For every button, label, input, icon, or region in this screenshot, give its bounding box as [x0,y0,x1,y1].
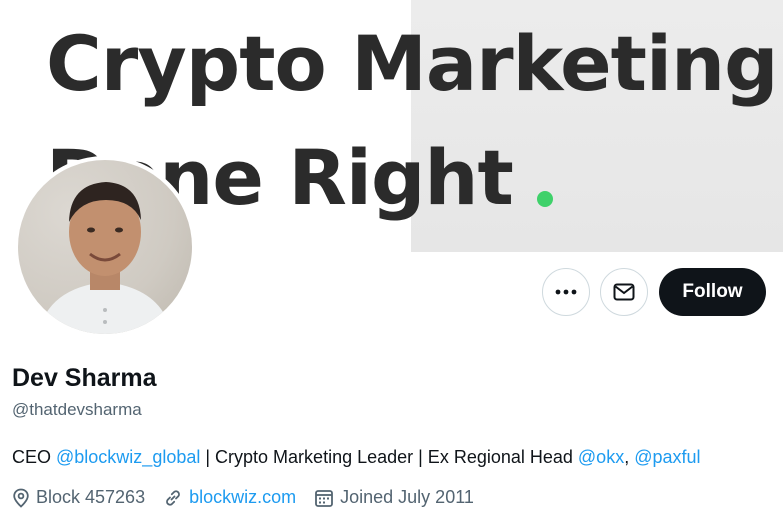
meta-location: Block 457263 [12,487,145,508]
avatar-photo [18,160,192,334]
banner-headline-line1: Crypto Marketing [46,19,779,108]
link-icon [166,489,180,506]
avatar[interactable] [14,156,196,338]
message-button[interactable] [600,268,648,316]
location-text: Block 457263 [36,487,146,507]
more-icon [555,289,577,295]
mail-icon [613,283,635,301]
website-link[interactable]: blockwiz.com [189,487,296,508]
bio-text-middle: | Crypto Marketing Leader | Ex Regional … [200,447,578,467]
location-pin-icon [13,488,29,508]
bio-mention-okx[interactable]: @okx [578,447,624,467]
bio-text-prefix: CEO [12,447,57,467]
joined-text: Joined July 2011 [340,487,474,507]
bio-mention-paxful[interactable]: @paxful [634,447,700,467]
profile-bio: CEO @blockwiz_global | Crypto Marketing … [12,447,701,468]
bio-mention-blockwiz[interactable]: @blockwiz_global [56,447,200,467]
calendar-icon [315,489,334,507]
meta-website: blockwiz.com [163,487,296,508]
display-name: Dev Sharma [12,364,157,392]
bio-separator: , [624,447,635,467]
banner-green-dot [537,191,553,207]
more-options-button[interactable] [542,268,590,316]
follow-button[interactable]: Follow [659,268,766,316]
profile-meta: Block 457263 blockwiz.com Joined July 20… [12,487,492,508]
user-handle: @thatdevsharma [12,400,142,419]
meta-joined: Joined July 2011 [314,487,474,508]
